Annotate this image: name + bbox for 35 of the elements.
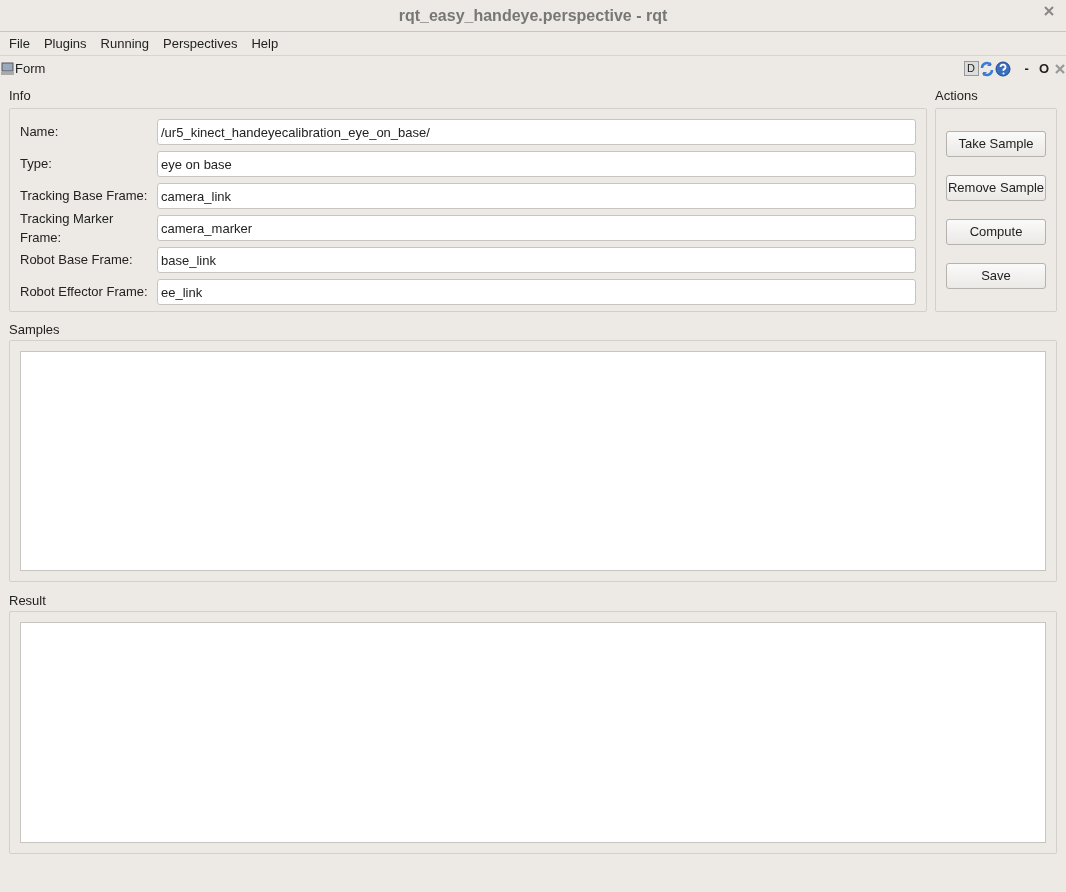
field-label: Robot Effector Frame: [20,283,149,302]
menu-item[interactable]: Running [100,33,150,54]
minimize-button[interactable]: - [1024,58,1029,79]
window-title: rqt_easy_handeye.perspective - rqt [398,5,668,26]
menu-item[interactable]: Perspectives [163,33,238,54]
input-field[interactable]: ee_link [157,279,916,305]
menu-item[interactable]: File [9,33,30,54]
menu-item[interactable]: Help [251,33,279,54]
close-icon[interactable] [1055,63,1065,74]
dock-button[interactable]: D [963,61,979,76]
field-label: Name: [20,123,60,142]
input-field[interactable]: /ur5_kinect_handeyecalibration_eye_on_base/ [157,119,916,145]
section-title: Info [9,87,32,105]
action-button[interactable]: Take Sample [946,131,1046,157]
input-field[interactable]: base_link [157,247,916,273]
plugin-title: Form [15,59,46,78]
help-icon[interactable] [994,60,1011,77]
field-label: Tracking Marker Frame: [20,209,115,247]
action-button[interactable]: Save [946,263,1046,289]
computer-icon [1,62,14,75]
float-button[interactable]: O [1038,58,1049,79]
refresh-icon[interactable] [978,60,995,77]
close-icon[interactable] [1044,6,1054,16]
action-button[interactable]: Remove Sample [946,175,1046,201]
input-field[interactable]: eye on base [157,151,916,177]
section-title: Samples [9,322,61,339]
input-field[interactable]: camera_marker [157,215,916,241]
section-title: Result [9,594,47,610]
field-label: Tracking Base Frame: [20,187,149,206]
menu-item[interactable]: Plugins [43,33,87,54]
field-label: Type: [20,155,53,174]
field-label: Robot Base Frame: [20,251,134,270]
section-title: Actions [935,87,979,105]
action-button[interactable]: Compute [946,219,1046,245]
input-field[interactable]: camera_link [157,183,916,209]
